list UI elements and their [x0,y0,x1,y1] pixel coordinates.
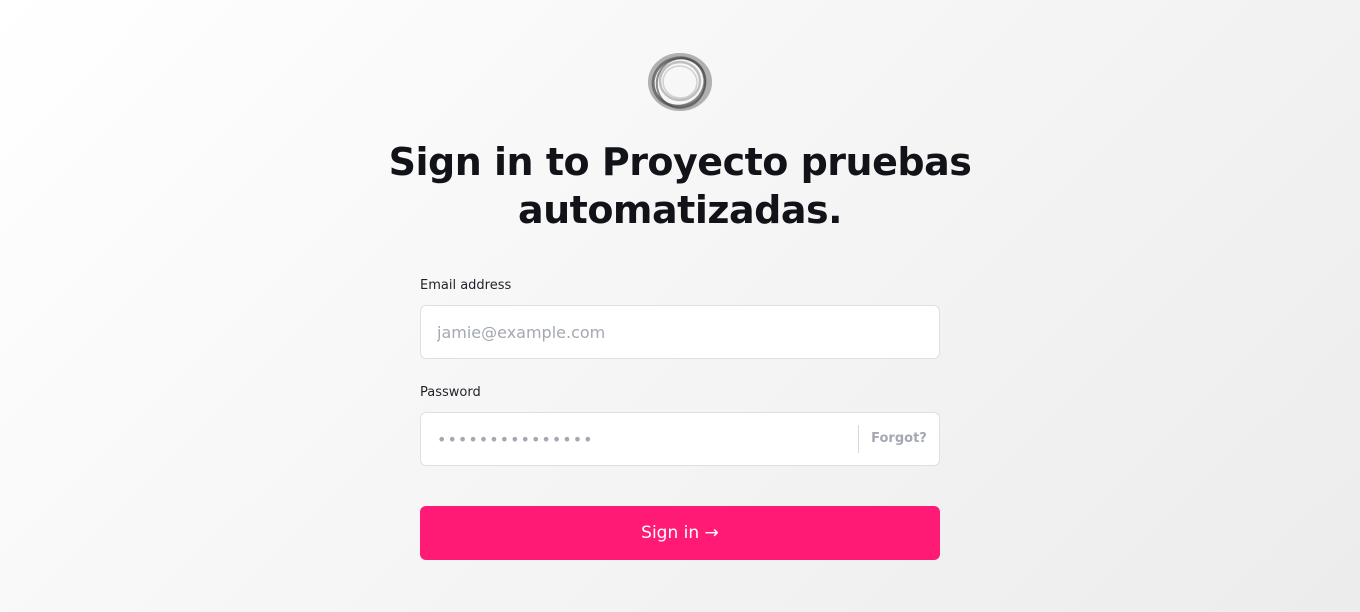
password-label: Password [420,385,481,400]
email-field-container[interactable] [420,305,940,359]
page-title: Sign in to Proyecto pruebas automatizada… [388,140,972,232]
password-field[interactable] [437,413,847,465]
sign-in-button[interactable]: Sign in → [420,506,940,560]
email-field[interactable] [437,306,927,358]
ring-logo-icon [648,53,712,111]
password-field-container[interactable]: Forgot? [420,412,940,466]
forgot-password-link[interactable]: Forgot? [859,413,939,465]
email-label: Email address [420,278,512,293]
